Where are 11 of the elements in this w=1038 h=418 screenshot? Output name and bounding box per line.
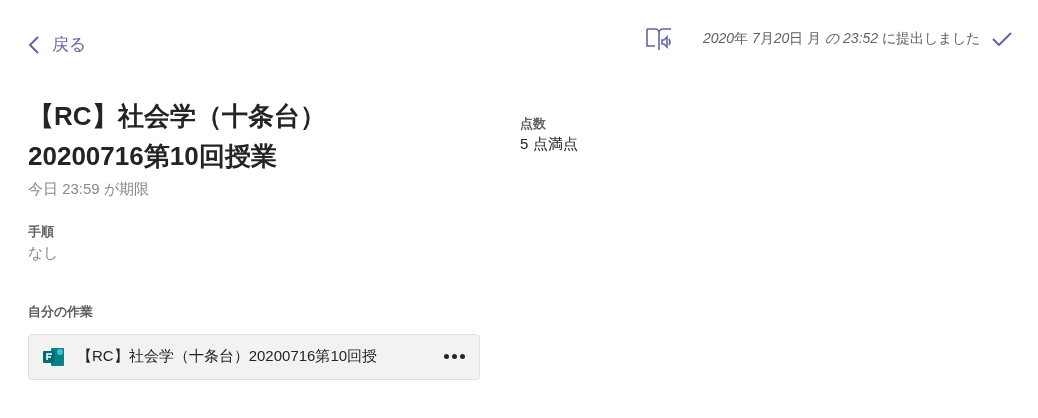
points-label: 点数 xyxy=(520,114,547,133)
my-work-label: 自分の作業 xyxy=(28,303,94,321)
instructions-label: 手順 xyxy=(28,223,55,241)
file-name: 【RC】社会学（十条台）20200716第10回授 xyxy=(77,346,379,367)
due-date: 今日 23:59 が期限 xyxy=(28,178,150,199)
assignment-title: 【RC】社会学（十条台） 20200716第10回授業 xyxy=(28,99,327,173)
submitted-status: 2020年 7月20日 月 の 23:52 に提出しました xyxy=(702,29,980,49)
instructions-text: なし xyxy=(28,242,59,263)
file-card[interactable]: 【RC】社会学（十条台）20200716第10回授 xyxy=(28,333,480,380)
points-value: 5 点満点 xyxy=(520,134,578,154)
back-button[interactable]: 戻る xyxy=(28,32,86,58)
